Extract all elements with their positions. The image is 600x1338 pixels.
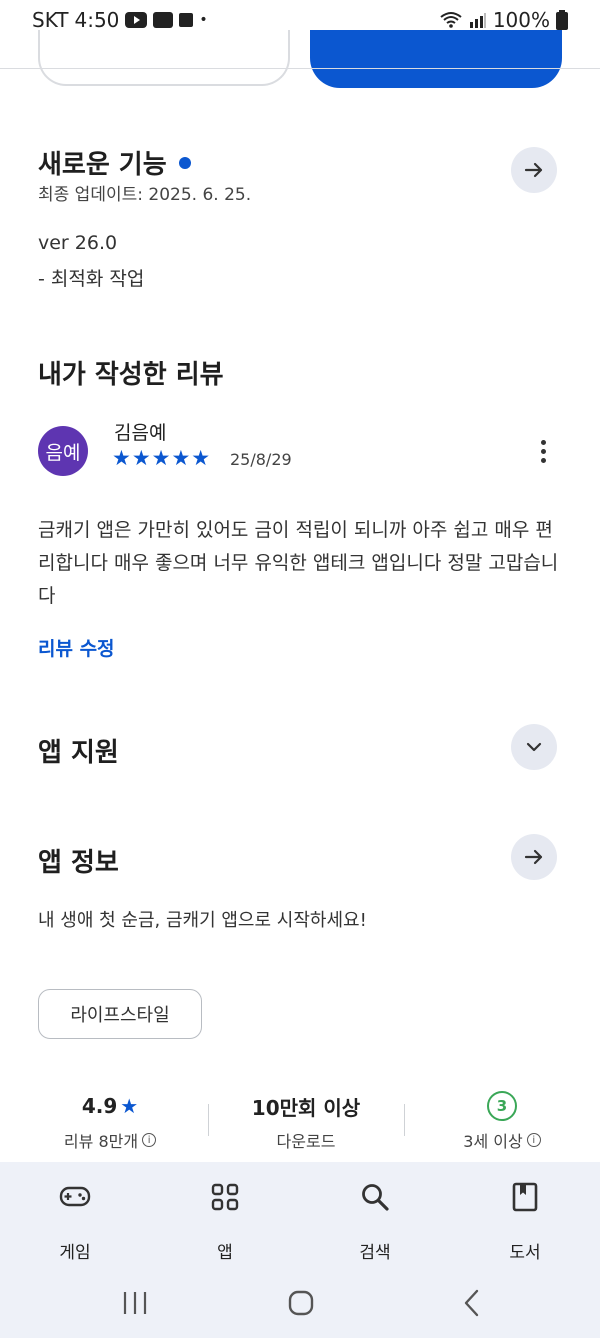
rating-count-label: 리뷰 8만개: [63, 1132, 139, 1151]
my-review-heading: 내가 작성한 리뷰: [38, 360, 224, 390]
stat-divider: [404, 1104, 405, 1136]
header-divider: [0, 68, 600, 69]
clock-text: 4:50: [74, 8, 120, 32]
version-text: ver 26.0: [38, 232, 118, 254]
age-rating-label: 3세 이상: [463, 1132, 523, 1151]
review-body-text: 금캐기 앱은 가만히 있어도 금이 적립이 되니까 아주 쉽고 매우 편리합니다…: [38, 519, 559, 607]
app-info-arrow-button[interactable]: [511, 834, 557, 880]
nav-label-games: 게임: [59, 1243, 91, 1263]
arrow-right-icon: [524, 849, 543, 865]
update-note-text: - 최적화 작업: [38, 268, 145, 290]
info-icon: i: [526, 1133, 541, 1147]
partial-secondary-button[interactable]: [38, 30, 290, 86]
category-chip-lifestyle[interactable]: 라이프스타일: [38, 989, 202, 1039]
chevron-down-icon: [526, 742, 542, 752]
app-notification-icon: [153, 12, 174, 28]
new-indicator-dot: [178, 156, 191, 169]
info-icon: i: [142, 1133, 157, 1147]
last-updated-text: 최종 업데이트: 2025. 6. 25.: [38, 185, 252, 205]
app-support-expand-button[interactable]: [511, 724, 557, 770]
carrier-text: SKT: [32, 8, 69, 32]
nav-label-search: 검색: [359, 1243, 391, 1263]
search-icon: [362, 1184, 389, 1211]
nav-item-books[interactable]: 도서: [475, 1180, 575, 1263]
gamepad-icon: [59, 1186, 91, 1207]
nav-item-apps[interactable]: 앱: [175, 1180, 275, 1263]
app-description: 내 생애 첫 순금, 금캐기 앱으로 시작하세요!: [38, 910, 367, 931]
home-button[interactable]: [285, 1288, 317, 1318]
recent-apps-icon: [123, 1292, 147, 1314]
downloads-value: 10만회 이상: [251, 1095, 361, 1120]
nav-label-books: 도서: [509, 1243, 541, 1263]
back-chevron-icon: [464, 1289, 479, 1317]
nav-label-apps: 앱: [217, 1243, 233, 1263]
system-navigation-bar: [0, 1268, 600, 1338]
review-stars: ★★★★★: [112, 446, 212, 470]
apps-grid-icon: [211, 1183, 239, 1211]
youtube-notification-icon: [125, 12, 148, 28]
edit-review-link[interactable]: 리뷰 수정: [38, 634, 115, 661]
rating-stat[interactable]: 4.9 ★ 리뷰 8만개 i: [20, 1092, 200, 1152]
avatar: 음예: [38, 426, 88, 476]
whats-new-arrow-button[interactable]: [511, 147, 557, 193]
review-date: 25/8/29: [230, 450, 292, 469]
arrow-right-icon: [524, 162, 543, 178]
star-icon: ★: [120, 1094, 139, 1118]
whats-new-heading: 새로운 기능: [38, 144, 191, 181]
reviewer-name: 김음예: [114, 422, 167, 444]
downloads-label: 다운로드: [276, 1132, 336, 1151]
bottom-navigation: 게임 앱 검색 도서: [0, 1162, 600, 1268]
signal-icon: [469, 13, 486, 28]
rating-value: 4.9: [81, 1094, 118, 1118]
more-notifications-dot: •: [199, 12, 208, 28]
home-icon: [288, 1290, 314, 1316]
battery-percent: 100%: [492, 8, 550, 32]
app-notification-icon-2: [179, 13, 194, 27]
back-button[interactable]: [458, 1288, 484, 1318]
age-rating-stat[interactable]: 3 3세 이상 i: [412, 1091, 592, 1152]
recent-apps-button[interactable]: [120, 1288, 150, 1318]
downloads-stat: 10만회 이상 다운로드: [216, 1092, 396, 1152]
partial-primary-button[interactable]: [310, 30, 562, 88]
age-rating-badge: 3: [487, 1091, 517, 1121]
nav-item-search[interactable]: 검색: [325, 1180, 425, 1263]
whats-new-title: 새로운 기능: [38, 150, 167, 180]
avatar-text: 음예: [45, 441, 81, 464]
more-vert-icon: [540, 439, 546, 445]
wifi-icon: [440, 12, 462, 28]
nav-item-games[interactable]: 게임: [25, 1180, 125, 1263]
app-info-heading: 앱 정보: [38, 848, 119, 878]
review-more-options-button[interactable]: [528, 434, 558, 468]
battery-icon: [556, 10, 568, 30]
stat-divider: [208, 1104, 209, 1136]
app-support-heading[interactable]: 앱 지원: [38, 732, 119, 769]
book-icon: [512, 1182, 538, 1212]
